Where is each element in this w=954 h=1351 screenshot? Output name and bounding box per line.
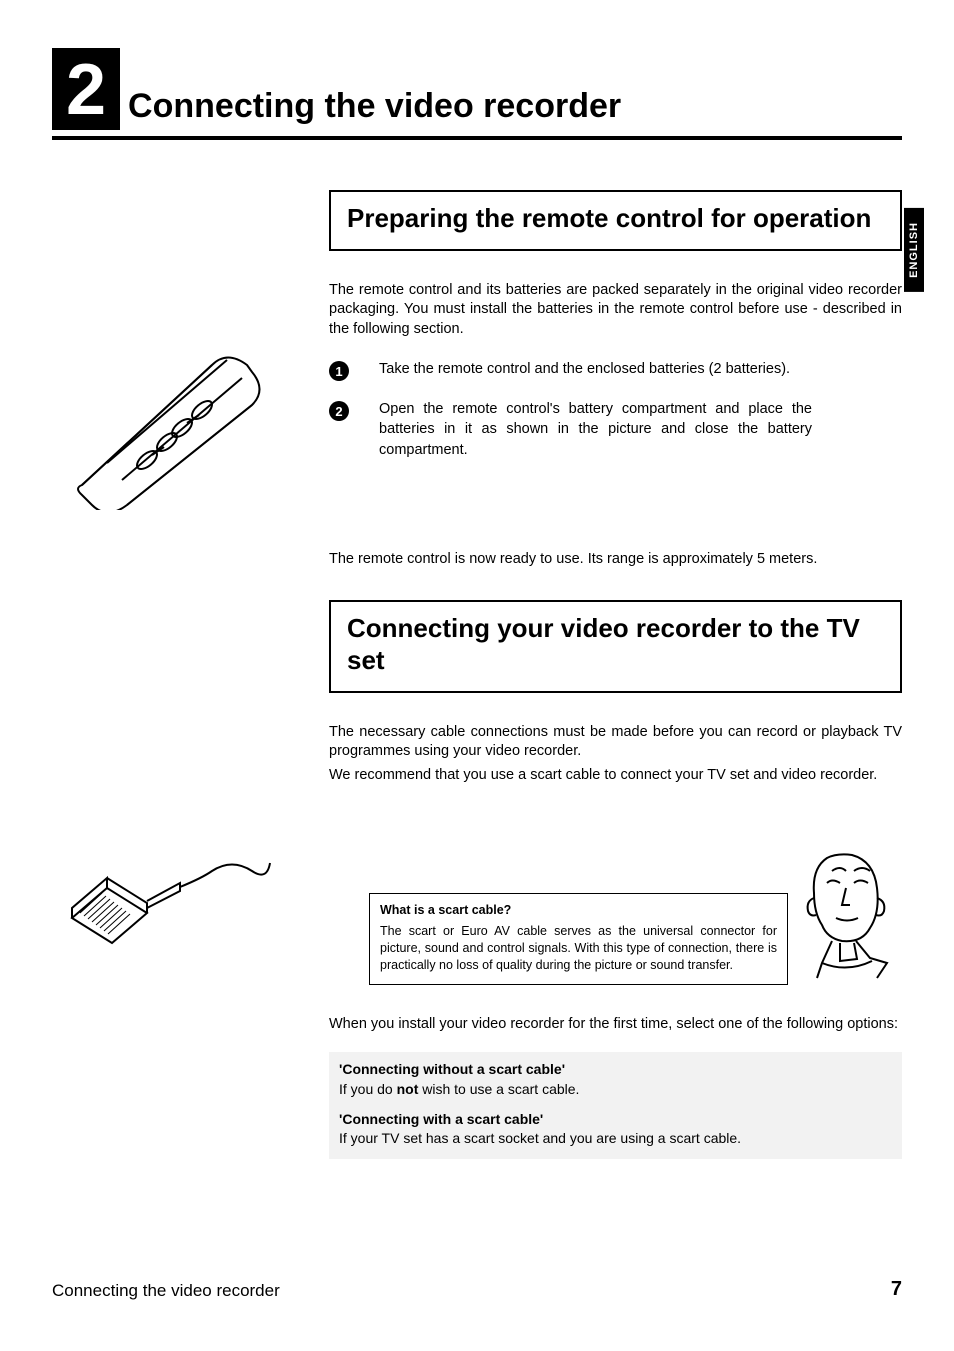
option2-body-pre: If your TV set has a scart socket and yo… bbox=[339, 1130, 741, 1146]
chapter-number-box: 2 bbox=[52, 48, 120, 130]
page-number: 7 bbox=[891, 1278, 902, 1301]
option1-body-pre: If you do bbox=[339, 1081, 397, 1097]
left-column bbox=[52, 190, 307, 803]
scart-cable-illustration bbox=[52, 833, 272, 953]
option1-body: If you do not wish to use a scart cable. bbox=[339, 1080, 892, 1100]
language-tab: ENGLISH bbox=[904, 208, 924, 292]
option1-body-post: wish to use a scart cable. bbox=[418, 1081, 579, 1097]
step-bullet-2: 2 bbox=[329, 401, 349, 421]
page-footer: Connecting the video recorder 7 bbox=[52, 1278, 902, 1301]
right-column-2: What is a scart cable? The scart or Euro… bbox=[329, 803, 902, 1158]
step-row: 1 Take the remote control and the enclos… bbox=[329, 359, 902, 381]
option2-title: 'Connecting with a scart cable' bbox=[339, 1110, 892, 1130]
section1-outro: The remote control is now ready to use. … bbox=[329, 550, 902, 570]
step1-text: Take the remote control and the enclosed… bbox=[379, 359, 902, 379]
section-heading-box: Connecting your video recorder to the TV… bbox=[329, 600, 902, 693]
section2-heading: Connecting your video recorder to the TV… bbox=[347, 612, 884, 677]
chapter-header: 2 Connecting the video recorder bbox=[52, 48, 902, 140]
option1-title: 'Connecting without a scart cable' bbox=[339, 1060, 892, 1080]
callout-body: The scart or Euro AV cable serves as the… bbox=[380, 923, 777, 974]
footer-label: Connecting the video recorder bbox=[52, 1281, 280, 1301]
step-bullet-1: 1 bbox=[329, 361, 349, 381]
option-list: 'Connecting without a scart cable' If yo… bbox=[329, 1052, 902, 1158]
questioning-face-icon bbox=[792, 843, 902, 983]
option2-body: If your TV set has a scart socket and yo… bbox=[339, 1129, 892, 1149]
section2-intro2: We recommend that you use a scart cable … bbox=[329, 766, 902, 786]
left-column-2 bbox=[52, 803, 307, 1158]
chapter-title: Connecting the video recorder bbox=[128, 87, 621, 130]
options-intro: When you install your video recorder for… bbox=[329, 1015, 902, 1035]
callout-wrap: What is a scart cable? The scart or Euro… bbox=[369, 893, 902, 985]
section-heading-box: Preparing the remote control for operati… bbox=[329, 190, 902, 251]
section1-intro: The remote control and its batteries are… bbox=[329, 281, 902, 340]
option1-body-bold: not bbox=[397, 1081, 419, 1097]
step-row: 2 Open the remote control's battery comp… bbox=[329, 399, 902, 460]
callout-title: What is a scart cable? bbox=[380, 902, 777, 919]
section2-intro1: The necessary cable connections must be … bbox=[329, 723, 902, 762]
callout-box: What is a scart cable? The scart or Euro… bbox=[369, 893, 788, 985]
step2-text: Open the remote control's battery compar… bbox=[379, 399, 902, 460]
right-column: Preparing the remote control for operati… bbox=[329, 190, 902, 803]
remote-control-illustration bbox=[52, 310, 272, 510]
option-item: 'Connecting without a scart cable' If yo… bbox=[339, 1060, 892, 1099]
section1-heading: Preparing the remote control for operati… bbox=[347, 202, 884, 235]
option-item: 'Connecting with a scart cable' If your … bbox=[339, 1110, 892, 1149]
